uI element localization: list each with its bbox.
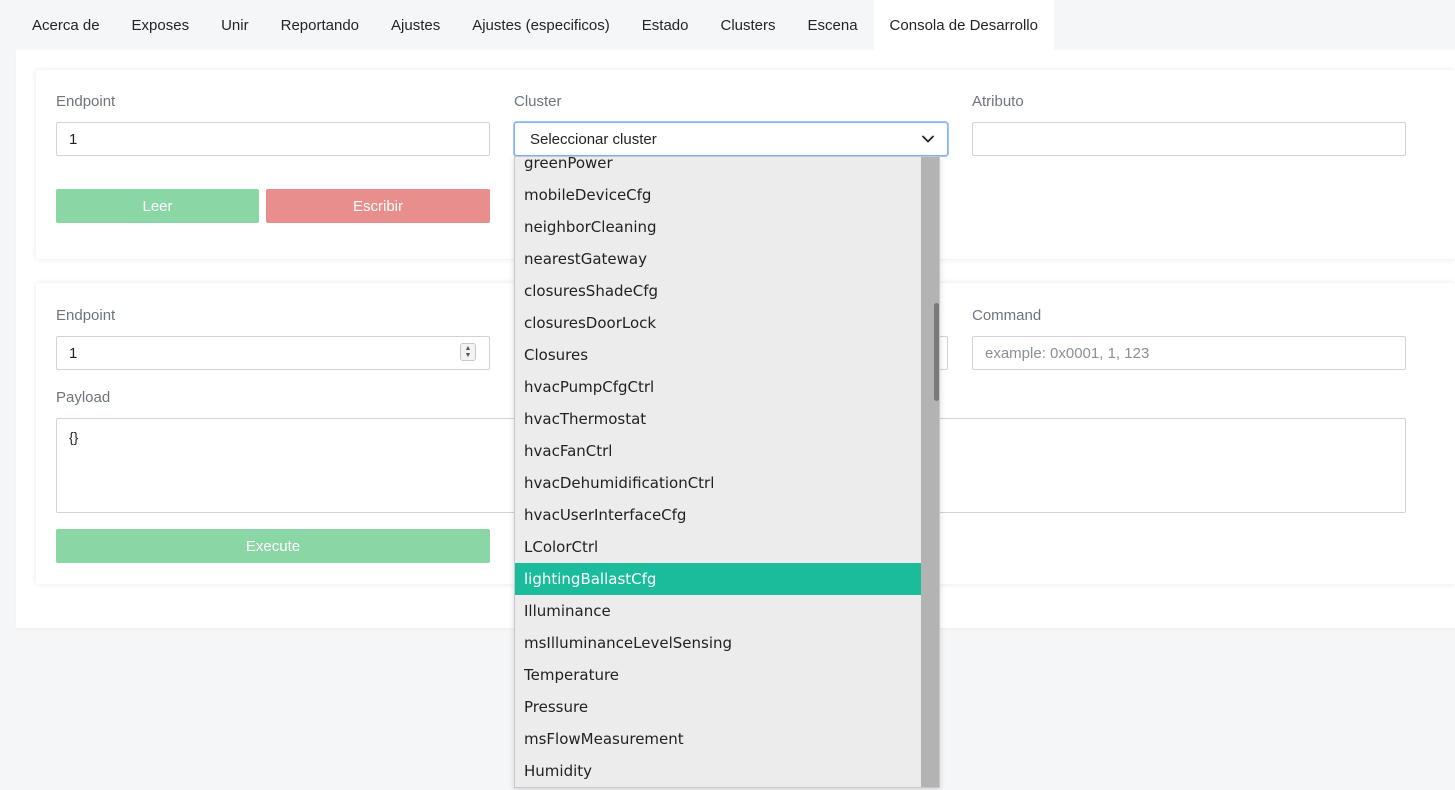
read-button[interactable]: Leer (56, 189, 259, 223)
tab-clusters[interactable]: Clusters (704, 0, 791, 50)
endpoint-input[interactable] (56, 122, 490, 156)
tab-escena[interactable]: Escena (792, 0, 874, 50)
cluster-option-mobile-device-cfg[interactable]: mobileDeviceCfg (515, 179, 921, 211)
payload-label: Payload (56, 389, 111, 406)
tab-exposes[interactable]: Exposes (116, 0, 206, 50)
command-label: Command (972, 307, 1042, 324)
cluster-option-ms-illuminance-level-sensing[interactable]: msIlluminanceLevelSensing (515, 627, 921, 659)
cluster-option-hvac-thermostat[interactable]: hvacThermostat (515, 403, 921, 435)
tab-unir[interactable]: Unir (205, 0, 265, 50)
cluster-option-nearest-gateway[interactable]: nearestGateway (515, 243, 921, 275)
tab-estado[interactable]: Estado (626, 0, 705, 50)
tab-reportando[interactable]: Reportando (265, 0, 375, 50)
cluster-option-closures-shade-cfg[interactable]: closuresShadeCfg (515, 275, 921, 307)
cluster-option-humidity[interactable]: Humidity (515, 755, 921, 787)
cluster-option-lcolor-ctrl[interactable]: LColorCtrl (515, 531, 921, 563)
tab-bar: Acerca de Exposes Unir Reportando Ajuste… (16, 0, 1054, 50)
cluster-option-closures[interactable]: Closures (515, 339, 921, 371)
tab-acerca-de[interactable]: Acerca de (16, 0, 116, 50)
cluster-option-ms-flow-measurement[interactable]: msFlowMeasurement (515, 723, 921, 755)
cluster-option-hvac-fan-ctrl[interactable]: hvacFanCtrl (515, 435, 921, 467)
cluster-option-hvac-dehumidification-ctrl[interactable]: hvacDehumidificationCtrl (515, 467, 921, 499)
command-endpoint-label: Endpoint (56, 307, 116, 324)
tab-ajustes[interactable]: Ajustes (375, 0, 456, 50)
chevron-down-icon (922, 135, 934, 143)
dropdown-scrollbar[interactable] (921, 157, 939, 787)
cluster-select[interactable]: Seleccionar cluster (514, 122, 948, 156)
cluster-options: greenPower mobileDeviceCfg neighborCleanin… (515, 157, 921, 787)
cluster-option-hvac-pump-cfg-ctrl[interactable]: hvacPumpCfgCtrl (515, 371, 921, 403)
attribute-label: Atributo (972, 93, 1024, 110)
cluster-select-value: Seleccionar cluster (530, 130, 657, 148)
write-button[interactable]: Escribir (266, 189, 490, 223)
cluster-option-temperature[interactable]: Temperature (515, 659, 921, 691)
cluster-label: Cluster (514, 93, 562, 110)
cluster-dropdown-list[interactable]: greenPower mobileDeviceCfg neighborCleanin… (514, 156, 940, 788)
cluster-option-illuminance[interactable]: Illuminance (515, 595, 921, 627)
cluster-option-neighbor-cleaning[interactable]: neighborCleaning (515, 211, 921, 243)
command-endpoint-input[interactable] (56, 336, 490, 370)
cluster-option-lighting-ballast-cfg[interactable]: lightingBallastCfg (515, 563, 921, 595)
scrollbar-thumb[interactable] (934, 303, 939, 401)
cluster-option-closures-door-lock[interactable]: closuresDoorLock (515, 307, 921, 339)
cluster-option-green-power[interactable]: greenPower (515, 157, 921, 179)
cluster-option-pressure[interactable]: Pressure (515, 691, 921, 723)
tab-consola-de-desarrollo[interactable]: Consola de Desarrollo (873, 0, 1054, 50)
cluster-option-hvac-user-interface-cfg[interactable]: hvacUserInterfaceCfg (515, 499, 921, 531)
execute-button[interactable]: Execute (56, 529, 490, 563)
attribute-input[interactable] (972, 122, 1406, 156)
endpoint-label: Endpoint (56, 93, 116, 110)
spinner-arrows-icon[interactable]: ▲ ▼ (460, 343, 476, 361)
command-input[interactable] (972, 336, 1406, 370)
tab-ajustes-especificos[interactable]: Ajustes (especificos) (456, 0, 626, 50)
